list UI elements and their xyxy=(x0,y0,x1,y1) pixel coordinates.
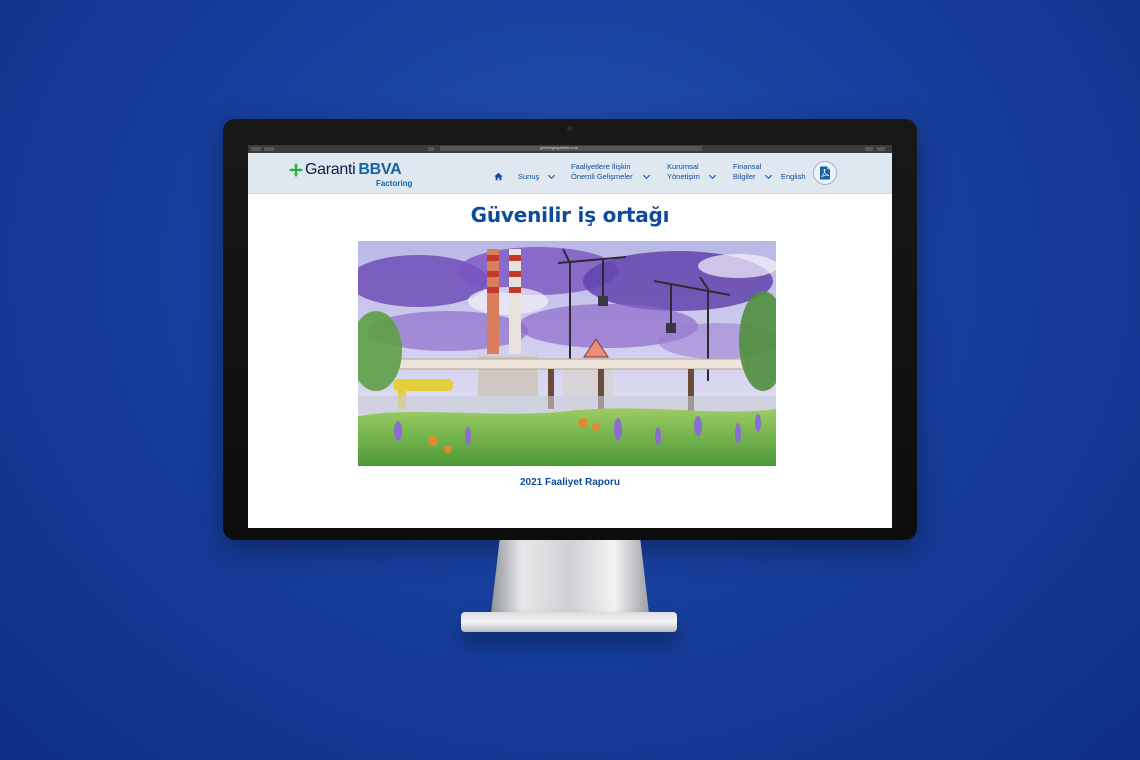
clover-logo-icon xyxy=(289,163,303,177)
screen: gelecegingaranti.com Garanti BBVA Factori… xyxy=(248,145,892,528)
sidebar-toggle-button[interactable] xyxy=(264,147,274,151)
nav-item-faaliyetler[interactable]: Faaliyetlere İlişkin Önemli Gelişmeler xyxy=(571,162,633,182)
chevron-down-icon[interactable] xyxy=(547,171,556,180)
site-header: Garanti BBVA Factoring Sunuş Faaliyetlere… xyxy=(248,153,892,194)
nav-item-english[interactable]: English xyxy=(781,172,806,182)
back-button[interactable] xyxy=(251,147,261,151)
webcam xyxy=(567,126,572,131)
annual-report-link[interactable]: 2021 Faaliyet Raporu xyxy=(248,477,892,489)
nav-item-finansal-bilgiler[interactable]: Finansal Bilgiler xyxy=(733,162,761,182)
address-bar[interactable]: gelecegingaranti.com xyxy=(440,145,702,151)
share-button[interactable] xyxy=(865,147,873,151)
reader-icon[interactable] xyxy=(428,147,434,151)
watercolor-illustration xyxy=(358,241,776,466)
tabs-button[interactable] xyxy=(877,147,885,151)
chevron-down-icon[interactable] xyxy=(764,171,773,180)
monitor: gelecegingaranti.com Garanti BBVA Factori… xyxy=(223,119,917,540)
pdf-download-button[interactable] xyxy=(813,161,837,185)
browser-toolbar: gelecegingaranti.com xyxy=(248,145,892,153)
pdf-icon xyxy=(820,166,830,180)
address-url: gelecegingaranti.com xyxy=(540,145,579,150)
nav-item-kurumsal-yonetisim[interactable]: Kurumsal Yönetişim xyxy=(667,162,700,182)
nav-item-sunus[interactable]: Sunuş xyxy=(518,172,539,182)
brand-name: Garanti BBVA xyxy=(305,161,402,178)
chevron-down-icon[interactable] xyxy=(708,171,717,180)
page-title: Güvenilir iş ortağı xyxy=(470,203,670,227)
brand-subtitle: Factoring xyxy=(376,179,413,188)
brand-logo[interactable]: Garanti BBVA Factoring xyxy=(288,159,418,189)
chevron-down-icon[interactable] xyxy=(642,171,651,180)
home-icon[interactable] xyxy=(494,172,503,181)
monitor-stand xyxy=(490,540,650,622)
monitor-base xyxy=(461,612,677,632)
